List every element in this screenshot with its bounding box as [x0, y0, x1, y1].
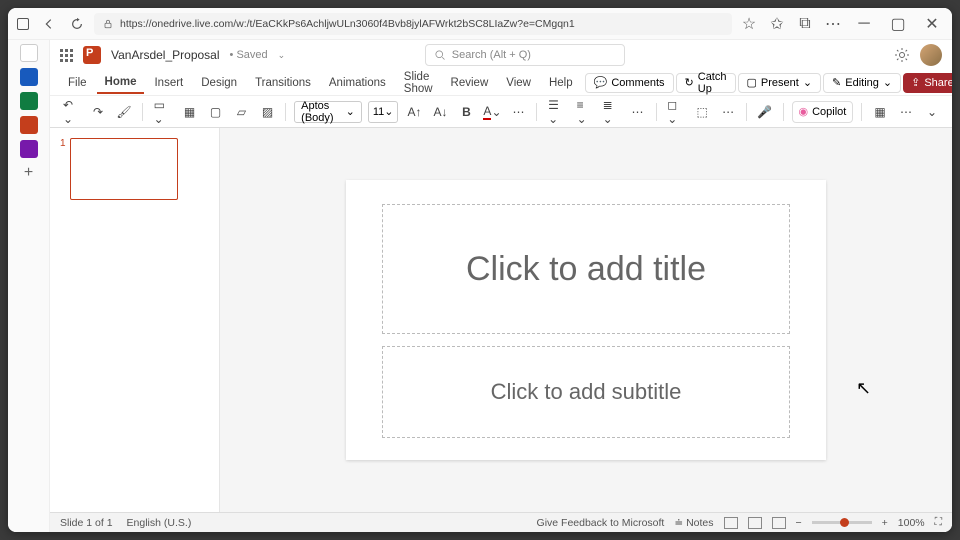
reader-icon[interactable]: ☆ [738, 13, 760, 35]
reset-icon[interactable]: ▢ [205, 101, 225, 123]
search-icon [434, 49, 446, 61]
waffle-icon[interactable] [60, 49, 73, 62]
favorite-icon[interactable]: ✩ [766, 13, 788, 35]
tab-insert[interactable]: Insert [146, 73, 191, 93]
tab-strip-icon[interactable] [14, 15, 32, 33]
format-painter-icon[interactable]: 🖌 [114, 101, 134, 123]
powerpoint-app-icon [83, 46, 101, 64]
tab-review[interactable]: Review [443, 73, 497, 93]
shapes-button[interactable]: ◻ ⌄ [664, 101, 686, 123]
search-input[interactable]: Search (Alt + Q) [425, 44, 625, 66]
redo-button[interactable]: ↷ [88, 101, 108, 123]
arrange-icon[interactable]: ⬚ [692, 101, 712, 123]
font-color-button[interactable]: A ⌄ [482, 101, 502, 123]
more-tools-icon[interactable]: ⋯ [896, 101, 916, 123]
thumbnail-number: 1 [60, 138, 66, 200]
comments-button[interactable]: 💬 Comments [585, 73, 674, 93]
font-size-selector[interactable]: 11 ⌄ [368, 101, 399, 123]
browser-bar: https://onedrive.live.com/w:/t/EaCKkPs6A… [8, 8, 952, 40]
rail-powerpoint-icon[interactable] [20, 116, 38, 134]
tab-view[interactable]: View [498, 73, 539, 93]
dictate-icon[interactable]: 🎤 [755, 101, 775, 123]
catchup-button[interactable]: ↻ Catch Up [676, 73, 736, 93]
app-rail: + [8, 40, 50, 532]
tab-animations[interactable]: Animations [321, 73, 394, 93]
doc-menu-chevron-icon[interactable]: ⌄ [278, 50, 286, 61]
collapse-ribbon-icon[interactable]: ⌄ [922, 101, 942, 123]
designer-icon[interactable]: ▦ [870, 101, 890, 123]
more-para-icon[interactable]: ⋯ [628, 101, 648, 123]
minimize-button[interactable]: ─ [850, 10, 878, 38]
maximize-button[interactable]: ▢ [884, 10, 912, 38]
thumbnail-panel: 1 [50, 128, 220, 512]
share-button[interactable]: ⇪ Share ⌄ [903, 73, 952, 93]
rail-home-icon[interactable] [20, 44, 38, 62]
ribbon-tabs: File Home Insert Design Transitions Anim… [50, 70, 952, 96]
zoom-slider[interactable] [812, 521, 872, 524]
lock-icon [102, 18, 114, 30]
slide-canvas[interactable]: Click to add title Click to add subtitle [220, 128, 952, 512]
tab-slideshow[interactable]: Slide Show [396, 67, 441, 99]
font-selector[interactable]: Aptos (Body) ⌄ [294, 101, 362, 123]
subtitle-placeholder[interactable]: Click to add subtitle [382, 346, 790, 438]
tab-home[interactable]: Home [97, 72, 145, 94]
sorter-view-icon[interactable] [748, 517, 762, 529]
url-text: https://onedrive.live.com/w:/t/EaCKkPs6A… [120, 18, 575, 30]
work-area: 1 Click to add title Click to add subtit… [50, 128, 952, 512]
address-bar[interactable]: https://onedrive.live.com/w:/t/EaCKkPs6A… [94, 13, 732, 35]
tab-help[interactable]: Help [541, 73, 581, 93]
slide-counter[interactable]: Slide 1 of 1 [60, 517, 113, 529]
user-avatar[interactable] [920, 44, 942, 66]
rail-onenote-icon[interactable] [20, 140, 38, 158]
tab-transitions[interactable]: Transitions [247, 73, 319, 93]
gear-icon[interactable] [894, 47, 910, 63]
toolbar: ↶ ⌄ ↷ 🖌 ▭ ⌄ ▦ ▢ ▱ ▨ Aptos (Body) ⌄ 11 ⌄ … [50, 96, 952, 128]
rail-add-icon[interactable]: + [24, 164, 33, 182]
present-button[interactable]: ▢ Present ⌄ [738, 73, 822, 93]
rail-word-icon[interactable] [20, 68, 38, 86]
new-slide-button[interactable]: ▭ ⌄ [151, 101, 174, 123]
close-button[interactable]: ✕ [918, 10, 946, 38]
title-bar: VanArsdel_Proposal • Saved ⌄ Search (Alt… [50, 40, 952, 70]
title-placeholder[interactable]: Click to add title [382, 204, 790, 334]
notes-button[interactable]: ≐ Notes [674, 517, 713, 529]
zoom-level[interactable]: 100% [898, 517, 925, 529]
back-button[interactable] [38, 13, 60, 35]
undo-button[interactable]: ↶ ⌄ [60, 101, 82, 123]
slide-thumbnail-1[interactable] [70, 138, 178, 200]
normal-view-icon[interactable] [724, 517, 738, 529]
tab-file[interactable]: File [60, 73, 95, 93]
tab-design[interactable]: Design [193, 73, 245, 93]
more-font-icon[interactable]: ⋯ [508, 101, 528, 123]
search-placeholder: Search (Alt + Q) [452, 49, 531, 61]
more-icon[interactable]: ⋯ [822, 13, 844, 35]
rail-excel-icon[interactable] [20, 92, 38, 110]
photo-icon[interactable]: ▨ [257, 101, 277, 123]
zoom-in-button[interactable]: + [882, 517, 888, 529]
slide: Click to add title Click to add subtitle [346, 180, 826, 460]
copilot-button[interactable]: ◉Copilot [792, 101, 854, 123]
save-state: • Saved [230, 49, 268, 61]
increase-font-icon[interactable]: A↑ [404, 101, 424, 123]
decrease-font-icon[interactable]: A↓ [430, 101, 450, 123]
status-bar: Slide 1 of 1 English (U.S.) Give Feedbac… [50, 512, 952, 532]
align-button[interactable]: ≣ ⌄ [600, 101, 622, 123]
feedback-link[interactable]: Give Feedback to Microsoft [537, 517, 665, 529]
layout-icon[interactable]: ▦ [179, 101, 199, 123]
bullets-button[interactable]: ☰ ⌄ [545, 101, 567, 123]
bold-button[interactable]: B [456, 101, 476, 123]
reading-view-icon[interactable] [772, 517, 786, 529]
collections-icon[interactable]: ⧉ [794, 13, 816, 35]
screenshot-icon[interactable]: ▱ [231, 101, 251, 123]
numbering-button[interactable]: ≡ ⌄ [574, 101, 594, 123]
more-draw-icon[interactable]: ⋯ [718, 101, 738, 123]
fit-window-icon[interactable]: ⛶ [935, 516, 942, 529]
document-name[interactable]: VanArsdel_Proposal [111, 48, 220, 62]
language-status[interactable]: English (U.S.) [127, 517, 192, 529]
zoom-out-button[interactable]: − [796, 517, 802, 529]
refresh-button[interactable] [66, 13, 88, 35]
editing-button[interactable]: ✎ Editing ⌄ [823, 73, 901, 93]
